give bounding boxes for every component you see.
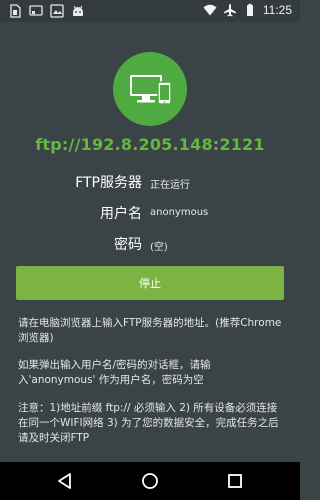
app-logo (113, 52, 187, 126)
password-value: (空) (150, 242, 168, 253)
battery-icon (246, 3, 253, 16)
status-value: 正在运行 (150, 180, 190, 191)
image-icon (50, 4, 64, 18)
navigation-bar (0, 462, 300, 500)
wifi-icon (203, 4, 217, 16)
ftp-server-screen: 11:25 ftp://192.8.205.148:2121 FTP服务器 正在… (0, 0, 300, 500)
status-bar: 11:25 (0, 0, 300, 22)
status-row: FTP服务器 正在运行 (0, 172, 300, 194)
password-label: 密码 (114, 237, 142, 253)
username-label: 用户名 (100, 206, 142, 222)
sim-icon (10, 4, 21, 18)
home-icon[interactable] (140, 471, 160, 491)
username-value: anonymous (150, 207, 209, 218)
devices-icon (130, 75, 172, 105)
cast-icon (29, 5, 43, 16)
password-row: 密码 (空) (0, 234, 300, 256)
note-browser: 请在电脑浏览器上输入FTP服务器的地址。(推荐Chrome浏览器) (18, 317, 282, 344)
note-login: 如果弹出输入用户名/密码的对话框，请输入'anonymous' 作为用户名，密码… (18, 359, 211, 386)
note-warning: 注意：1)地址前缀 ftp:// 必须输入 2) 所有设备必须连接在同一个WIF… (18, 402, 279, 444)
android-icon (73, 5, 83, 16)
status-label: FTP服务器 (75, 175, 142, 191)
airplane-icon (223, 4, 236, 17)
back-icon[interactable] (55, 471, 75, 491)
username-row: 用户名 anonymous (0, 203, 300, 225)
ftp-address: ftp://192.8.205.148:2121 (35, 135, 265, 154)
stop-button[interactable]: 停止 (16, 266, 284, 300)
status-time: 11:25 (262, 3, 292, 17)
recents-icon[interactable] (225, 471, 245, 491)
